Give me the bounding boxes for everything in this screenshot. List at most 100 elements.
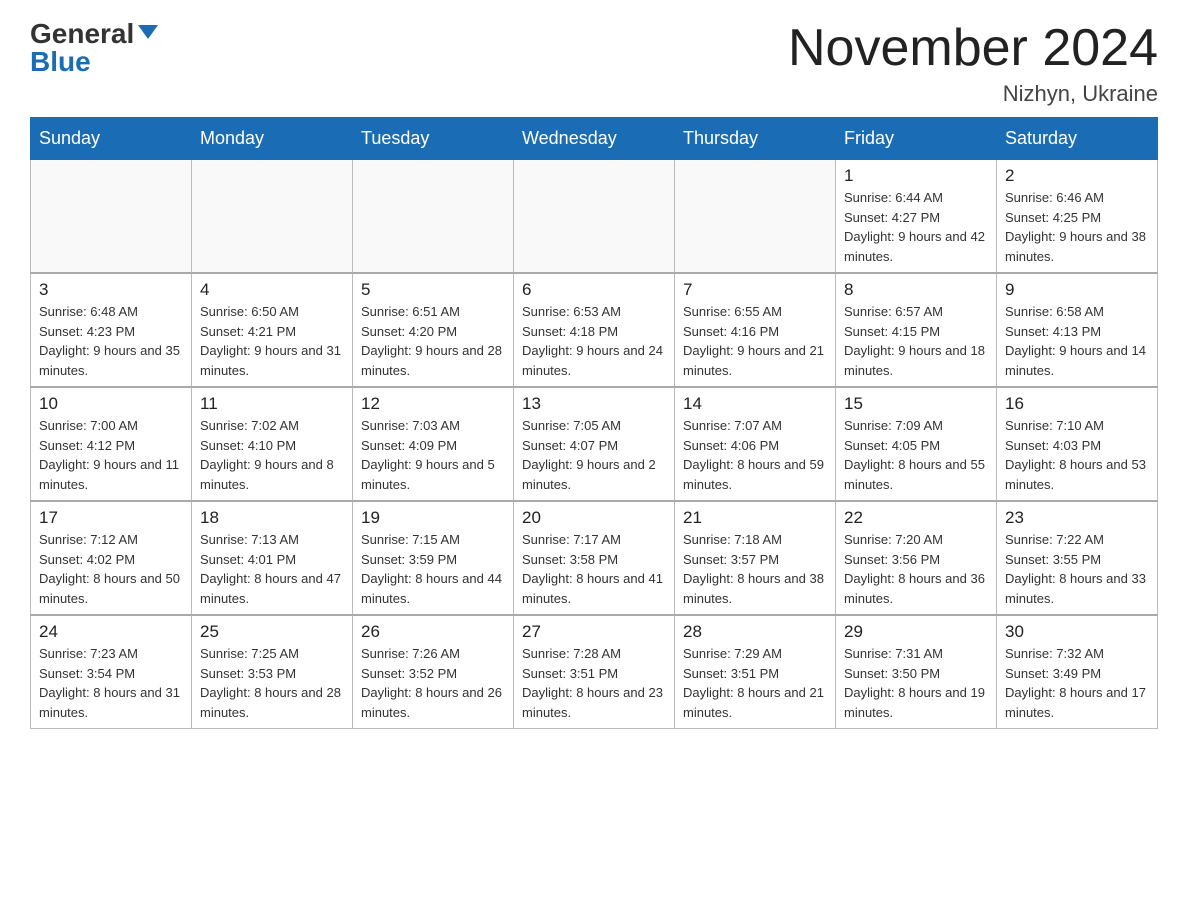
day-number: 4 <box>200 280 344 300</box>
calendar-day-cell: 25Sunrise: 7:25 AMSunset: 3:53 PMDayligh… <box>192 615 353 729</box>
calendar-day-cell: 20Sunrise: 7:17 AMSunset: 3:58 PMDayligh… <box>514 501 675 615</box>
day-number: 11 <box>200 394 344 414</box>
calendar-day-cell: 16Sunrise: 7:10 AMSunset: 4:03 PMDayligh… <box>997 387 1158 501</box>
day-number: 7 <box>683 280 827 300</box>
day-info: Sunrise: 7:23 AMSunset: 3:54 PMDaylight:… <box>39 644 183 722</box>
calendar-day-cell <box>353 160 514 274</box>
day-number: 29 <box>844 622 988 642</box>
day-info: Sunrise: 7:10 AMSunset: 4:03 PMDaylight:… <box>1005 416 1149 494</box>
logo-blue-text: Blue <box>30 48 91 76</box>
day-info: Sunrise: 7:28 AMSunset: 3:51 PMDaylight:… <box>522 644 666 722</box>
day-info: Sunrise: 6:44 AMSunset: 4:27 PMDaylight:… <box>844 188 988 266</box>
day-number: 21 <box>683 508 827 528</box>
calendar-day-cell: 10Sunrise: 7:00 AMSunset: 4:12 PMDayligh… <box>31 387 192 501</box>
day-number: 26 <box>361 622 505 642</box>
calendar-day-cell: 24Sunrise: 7:23 AMSunset: 3:54 PMDayligh… <box>31 615 192 729</box>
day-info: Sunrise: 7:17 AMSunset: 3:58 PMDaylight:… <box>522 530 666 608</box>
day-header-sunday: Sunday <box>31 118 192 160</box>
calendar-week-row: 3Sunrise: 6:48 AMSunset: 4:23 PMDaylight… <box>31 273 1158 387</box>
calendar-day-cell: 22Sunrise: 7:20 AMSunset: 3:56 PMDayligh… <box>836 501 997 615</box>
day-info: Sunrise: 7:22 AMSunset: 3:55 PMDaylight:… <box>1005 530 1149 608</box>
calendar-day-cell <box>514 160 675 274</box>
day-info: Sunrise: 7:25 AMSunset: 3:53 PMDaylight:… <box>200 644 344 722</box>
month-title: November 2024 <box>788 20 1158 77</box>
day-number: 18 <box>200 508 344 528</box>
day-info: Sunrise: 7:20 AMSunset: 3:56 PMDaylight:… <box>844 530 988 608</box>
day-number: 20 <box>522 508 666 528</box>
calendar-day-cell: 27Sunrise: 7:28 AMSunset: 3:51 PMDayligh… <box>514 615 675 729</box>
day-info: Sunrise: 7:12 AMSunset: 4:02 PMDaylight:… <box>39 530 183 608</box>
day-info: Sunrise: 6:48 AMSunset: 4:23 PMDaylight:… <box>39 302 183 380</box>
day-info: Sunrise: 7:05 AMSunset: 4:07 PMDaylight:… <box>522 416 666 494</box>
calendar-day-cell: 1Sunrise: 6:44 AMSunset: 4:27 PMDaylight… <box>836 160 997 274</box>
day-number: 10 <box>39 394 183 414</box>
day-number: 16 <box>1005 394 1149 414</box>
calendar-day-cell: 21Sunrise: 7:18 AMSunset: 3:57 PMDayligh… <box>675 501 836 615</box>
calendar-day-cell: 6Sunrise: 6:53 AMSunset: 4:18 PMDaylight… <box>514 273 675 387</box>
calendar-day-cell: 19Sunrise: 7:15 AMSunset: 3:59 PMDayligh… <box>353 501 514 615</box>
day-header-thursday: Thursday <box>675 118 836 160</box>
calendar-day-cell: 12Sunrise: 7:03 AMSunset: 4:09 PMDayligh… <box>353 387 514 501</box>
location-text: Nizhyn, Ukraine <box>788 81 1158 107</box>
calendar-header-row: SundayMondayTuesdayWednesdayThursdayFrid… <box>31 118 1158 160</box>
calendar-day-cell: 2Sunrise: 6:46 AMSunset: 4:25 PMDaylight… <box>997 160 1158 274</box>
calendar-table: SundayMondayTuesdayWednesdayThursdayFrid… <box>30 117 1158 729</box>
day-number: 13 <box>522 394 666 414</box>
calendar-day-cell <box>31 160 192 274</box>
calendar-day-cell: 4Sunrise: 6:50 AMSunset: 4:21 PMDaylight… <box>192 273 353 387</box>
day-info: Sunrise: 7:18 AMSunset: 3:57 PMDaylight:… <box>683 530 827 608</box>
day-info: Sunrise: 6:55 AMSunset: 4:16 PMDaylight:… <box>683 302 827 380</box>
day-header-monday: Monday <box>192 118 353 160</box>
calendar-day-cell: 18Sunrise: 7:13 AMSunset: 4:01 PMDayligh… <box>192 501 353 615</box>
day-info: Sunrise: 6:53 AMSunset: 4:18 PMDaylight:… <box>522 302 666 380</box>
day-number: 12 <box>361 394 505 414</box>
calendar-day-cell: 14Sunrise: 7:07 AMSunset: 4:06 PMDayligh… <box>675 387 836 501</box>
day-info: Sunrise: 7:07 AMSunset: 4:06 PMDaylight:… <box>683 416 827 494</box>
day-info: Sunrise: 7:31 AMSunset: 3:50 PMDaylight:… <box>844 644 988 722</box>
day-number: 5 <box>361 280 505 300</box>
day-info: Sunrise: 7:09 AMSunset: 4:05 PMDaylight:… <box>844 416 988 494</box>
day-info: Sunrise: 7:00 AMSunset: 4:12 PMDaylight:… <box>39 416 183 494</box>
day-number: 9 <box>1005 280 1149 300</box>
calendar-day-cell <box>675 160 836 274</box>
day-number: 3 <box>39 280 183 300</box>
day-info: Sunrise: 7:03 AMSunset: 4:09 PMDaylight:… <box>361 416 505 494</box>
logo-triangle-icon <box>138 25 158 39</box>
title-section: November 2024 Nizhyn, Ukraine <box>788 20 1158 107</box>
day-number: 2 <box>1005 166 1149 186</box>
calendar-day-cell: 28Sunrise: 7:29 AMSunset: 3:51 PMDayligh… <box>675 615 836 729</box>
day-number: 30 <box>1005 622 1149 642</box>
calendar-week-row: 24Sunrise: 7:23 AMSunset: 3:54 PMDayligh… <box>31 615 1158 729</box>
day-header-wednesday: Wednesday <box>514 118 675 160</box>
day-number: 8 <box>844 280 988 300</box>
logo: General Blue <box>30 20 158 76</box>
day-number: 24 <box>39 622 183 642</box>
calendar-day-cell: 30Sunrise: 7:32 AMSunset: 3:49 PMDayligh… <box>997 615 1158 729</box>
day-header-saturday: Saturday <box>997 118 1158 160</box>
day-info: Sunrise: 7:29 AMSunset: 3:51 PMDaylight:… <box>683 644 827 722</box>
day-number: 15 <box>844 394 988 414</box>
calendar-day-cell: 9Sunrise: 6:58 AMSunset: 4:13 PMDaylight… <box>997 273 1158 387</box>
calendar-day-cell: 26Sunrise: 7:26 AMSunset: 3:52 PMDayligh… <box>353 615 514 729</box>
day-number: 17 <box>39 508 183 528</box>
day-number: 28 <box>683 622 827 642</box>
calendar-day-cell: 23Sunrise: 7:22 AMSunset: 3:55 PMDayligh… <box>997 501 1158 615</box>
calendar-day-cell: 3Sunrise: 6:48 AMSunset: 4:23 PMDaylight… <box>31 273 192 387</box>
logo-general-text: General <box>30 20 134 48</box>
day-number: 22 <box>844 508 988 528</box>
calendar-day-cell: 15Sunrise: 7:09 AMSunset: 4:05 PMDayligh… <box>836 387 997 501</box>
calendar-week-row: 10Sunrise: 7:00 AMSunset: 4:12 PMDayligh… <box>31 387 1158 501</box>
day-number: 25 <box>200 622 344 642</box>
calendar-week-row: 1Sunrise: 6:44 AMSunset: 4:27 PMDaylight… <box>31 160 1158 274</box>
day-number: 19 <box>361 508 505 528</box>
calendar-day-cell: 11Sunrise: 7:02 AMSunset: 4:10 PMDayligh… <box>192 387 353 501</box>
day-number: 1 <box>844 166 988 186</box>
calendar-day-cell: 17Sunrise: 7:12 AMSunset: 4:02 PMDayligh… <box>31 501 192 615</box>
day-info: Sunrise: 7:15 AMSunset: 3:59 PMDaylight:… <box>361 530 505 608</box>
calendar-day-cell <box>192 160 353 274</box>
calendar-week-row: 17Sunrise: 7:12 AMSunset: 4:02 PMDayligh… <box>31 501 1158 615</box>
day-header-tuesday: Tuesday <box>353 118 514 160</box>
calendar-day-cell: 8Sunrise: 6:57 AMSunset: 4:15 PMDaylight… <box>836 273 997 387</box>
day-info: Sunrise: 7:02 AMSunset: 4:10 PMDaylight:… <box>200 416 344 494</box>
day-info: Sunrise: 7:13 AMSunset: 4:01 PMDaylight:… <box>200 530 344 608</box>
